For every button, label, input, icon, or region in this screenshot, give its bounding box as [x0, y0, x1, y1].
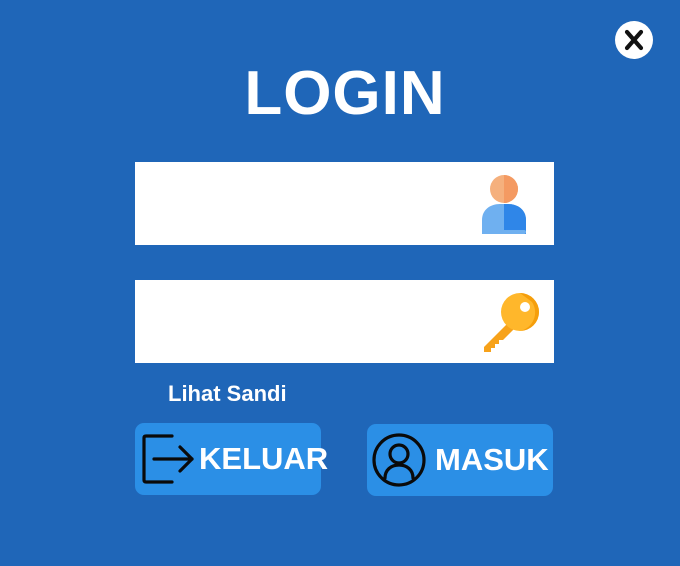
- account-circle-icon: [372, 433, 426, 487]
- username-input[interactable]: [135, 162, 475, 245]
- username-field[interactable]: [135, 162, 554, 245]
- key-icon: [484, 293, 539, 352]
- user-icon: [482, 175, 526, 234]
- exit-button-label: KELUAR: [199, 441, 329, 476]
- close-button[interactable]: [615, 21, 653, 59]
- password-field[interactable]: [135, 280, 554, 363]
- exit-button[interactable]: KELUAR: [135, 423, 328, 495]
- login-button-label: MASUK: [435, 442, 549, 477]
- close-icon: [624, 29, 644, 51]
- page-title: LOGIN: [244, 59, 446, 128]
- password-input[interactable]: [135, 280, 475, 363]
- logout-icon: [142, 434, 194, 484]
- login-button[interactable]: MASUK: [367, 424, 553, 496]
- show-password-toggle[interactable]: Lihat Sandi: [168, 381, 287, 407]
